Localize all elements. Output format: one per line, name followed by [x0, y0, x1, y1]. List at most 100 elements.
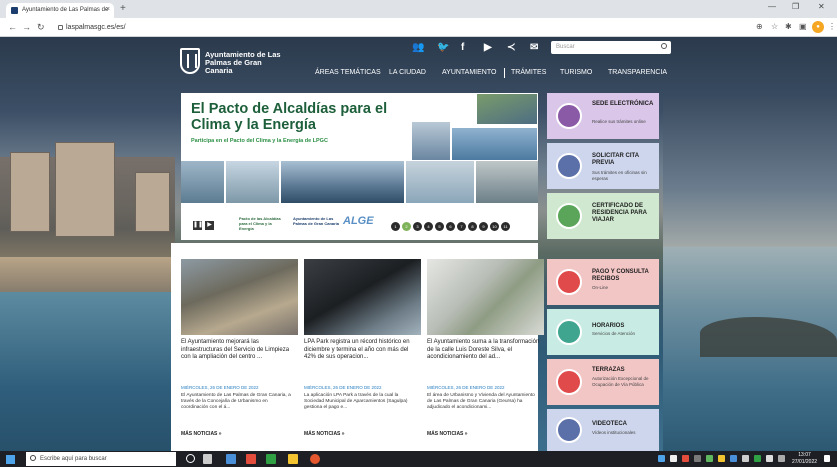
windows-start-icon[interactable] — [6, 455, 15, 464]
tile-cita-previa[interactable]: SOLICITAR CITA PREVIA Sus trámites en of… — [547, 143, 659, 189]
extensions-icon[interactable]: ✱ — [785, 22, 792, 31]
translate-icon[interactable]: ⊕ — [756, 22, 763, 31]
url-field[interactable]: laspalmasgc.es/es/ — [56, 21, 736, 34]
facebook-icon[interactable]: f — [461, 42, 464, 53]
tray-icon[interactable] — [694, 455, 701, 462]
news-headline[interactable]: LPA Park registra un récord histórico en… — [304, 339, 421, 362]
tile-sede-electronica[interactable]: SEDE ELECTRÓNICA Realice sus trámites on… — [547, 93, 659, 139]
tray-icon[interactable] — [730, 455, 737, 462]
slide-dot[interactable]: 9 — [479, 222, 488, 231]
slide-dot[interactable]: 5 — [435, 222, 444, 231]
background-building — [10, 152, 50, 232]
news-image[interactable] — [181, 259, 298, 335]
network-icon[interactable] — [766, 455, 773, 462]
pause-icon[interactable]: ❚❚ — [193, 221, 203, 230]
twitter-icon[interactable]: 🐦 — [437, 42, 449, 53]
search-icon[interactable] — [661, 43, 667, 49]
tile-desc: Sus trámites en oficinas sin esperas — [592, 170, 647, 181]
tile-videoteca[interactable]: VIDEOTECA Vídeos institucionales — [547, 409, 659, 451]
more-news-link[interactable]: MÁS NOTICIAS » — [427, 431, 468, 437]
hero-photo — [451, 127, 538, 161]
clock-date: 27/01/2022 — [792, 459, 818, 465]
menu-item-turismo[interactable]: TURISMO — [560, 69, 592, 76]
menu-item-ayuntamiento[interactable]: AYUNTAMIENTO — [442, 69, 496, 76]
menu-item-areas[interactable]: ÁREAS TEMÁTICAS — [315, 69, 381, 76]
clock-icon — [556, 319, 582, 345]
slide-dot[interactable]: 6 — [446, 222, 455, 231]
tile-title: HORARIOS — [592, 323, 625, 329]
slide-dot[interactable]: 11 — [501, 222, 510, 231]
menu-item-tramites[interactable]: TRÁMITES — [511, 69, 546, 76]
tray-icon[interactable] — [742, 455, 749, 462]
tray-icon[interactable] — [754, 455, 761, 462]
news-image[interactable] — [304, 259, 421, 335]
app-icon[interactable] — [226, 454, 236, 464]
site-logo-text[interactable]: Ayuntamiento de Las Palmas de Gran Canar… — [205, 51, 285, 75]
tile-title: SEDE ELECTRÓNICA — [592, 101, 654, 107]
youtube-icon[interactable]: ▶ — [484, 42, 492, 53]
slide-dot[interactable]: 1 — [391, 222, 400, 231]
app-icon[interactable] — [246, 454, 256, 464]
close-window-icon[interactable]: ✕ — [818, 2, 825, 11]
lock-icon — [58, 25, 63, 30]
slide-dot[interactable]: 3 — [413, 222, 422, 231]
more-news-link[interactable]: MÁS NOTICIAS » — [181, 431, 222, 437]
hero-photo — [411, 121, 451, 161]
task-view-icon[interactable] — [203, 454, 212, 464]
hero-logo-bar: ❚❚ ▶ Pacto de las Alcaldías para el Clim… — [181, 209, 538, 240]
slide-dot[interactable]: 10 — [490, 222, 499, 231]
tray-icon[interactable] — [682, 455, 689, 462]
reading-list-icon[interactable]: ▣ — [799, 22, 807, 31]
tray-icon[interactable] — [658, 455, 665, 462]
tab-close-icon[interactable]: × — [106, 6, 110, 13]
news-headline[interactable]: El Ayuntamiento mejorará las infraestruc… — [181, 339, 298, 362]
background-sky — [663, 97, 837, 247]
web-page: Ayuntamiento de Las Palmas de Gran Canar… — [0, 37, 837, 451]
tile-pago-recibos[interactable]: PAGO Y CONSULTA RECIBOS On-Line — [547, 259, 659, 305]
computer-icon — [556, 103, 582, 129]
app-icon[interactable] — [266, 454, 276, 464]
slide-dot[interactable]: 4 — [424, 222, 433, 231]
share-icon[interactable]: ≺ — [507, 42, 515, 53]
reload-icon[interactable]: ↻ — [37, 22, 45, 33]
tile-certificado-residencia[interactable]: CERTIFICADO DE RESIDENCIA PARA VIAJAR — [547, 193, 659, 239]
chrome-icon[interactable] — [310, 454, 320, 464]
menu-item-ciudad[interactable]: LA CIUDAD — [389, 69, 426, 76]
notifications-icon[interactable] — [824, 455, 830, 462]
group-icon[interactable]: 👥 — [412, 42, 424, 53]
tray-icon[interactable] — [670, 455, 677, 462]
tile-terrazas[interactable]: TERRAZAS Autorización Excepcional de Ocu… — [547, 359, 659, 405]
ayuntamiento-logo: Ayuntamiento de Las Palmas de Gran Canar… — [293, 216, 340, 226]
site-search-field[interactable]: Buscar — [551, 41, 671, 54]
tray-icon[interactable] — [718, 455, 725, 462]
slide-dot[interactable]: 7 — [457, 222, 466, 231]
file-explorer-icon[interactable] — [288, 454, 298, 464]
new-tab-button[interactable]: + — [120, 3, 126, 14]
tile-horarios[interactable]: HORARIOS Servicios de Atención — [547, 309, 659, 355]
news-headline[interactable]: El Ayuntamiento suma a la transformación… — [427, 339, 544, 362]
volume-icon[interactable] — [778, 455, 785, 462]
slide-dot[interactable]: 8 — [468, 222, 477, 231]
bookmark-star-icon[interactable]: ☆ — [771, 22, 778, 31]
menu-item-transparencia[interactable]: TRANSPARENCIA — [608, 69, 667, 76]
profile-avatar[interactable]: ● — [812, 21, 824, 33]
hero-banner[interactable]: El Pacto de Alcaldías para el Clima y la… — [181, 93, 538, 240]
cortana-icon[interactable] — [186, 454, 195, 463]
slide-dot-active[interactable]: 2 — [402, 222, 411, 231]
calendar-icon — [556, 153, 582, 179]
forward-icon[interactable]: → — [22, 22, 31, 32]
minimize-icon[interactable]: — — [768, 2, 776, 11]
browser-menu-icon[interactable]: ⋮ — [828, 22, 836, 31]
mail-icon[interactable]: ✉ — [530, 42, 538, 53]
more-news-link[interactable]: MÁS NOTICIAS » — [304, 431, 345, 437]
back-icon[interactable]: ← — [8, 22, 17, 32]
news-image[interactable] — [427, 259, 544, 335]
taskbar-clock[interactable]: 13:07 27/01/2022 — [792, 452, 817, 466]
maximize-icon[interactable]: ❐ — [792, 2, 799, 11]
taskbar-search[interactable]: Escribe aquí para buscar — [26, 452, 176, 466]
browser-tab[interactable]: Ayuntamiento de Las Palmas de × — [6, 3, 114, 18]
city-shield-logo-icon[interactable] — [180, 48, 200, 74]
tray-icon[interactable] — [706, 455, 713, 462]
play-icon[interactable]: ▶ — [205, 221, 214, 230]
payment-icon — [556, 269, 582, 295]
